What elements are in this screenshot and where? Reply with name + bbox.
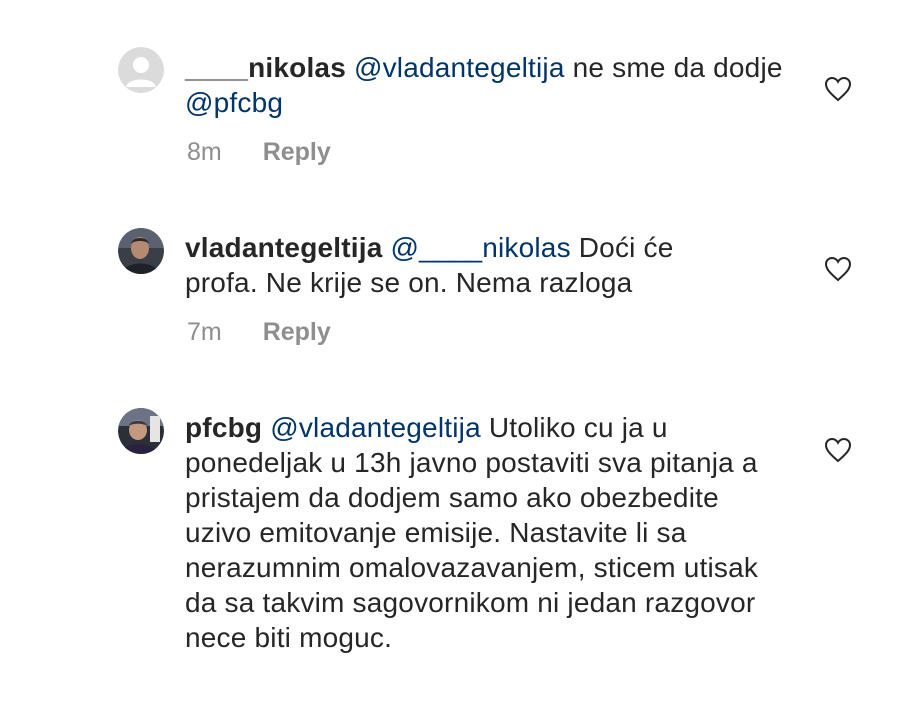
comment-username[interactable]: ____nikolas [185, 52, 346, 83]
comment-username[interactable]: vladantegeltija [185, 232, 383, 263]
comment-meta: 8m Reply [187, 138, 331, 167]
comment-meta: 7m Reply [187, 318, 331, 347]
mention-link[interactable]: @____nikolas [391, 232, 571, 263]
comment-text: ____nikolas @vladantegeltija ne sme da d… [185, 50, 785, 120]
comment-time: 7m [187, 318, 222, 346]
comment-body: ne sme da dodje [564, 52, 783, 83]
comment-text: vladantegeltija @____nikolas Doći će pro… [185, 230, 745, 300]
heart-outline-icon[interactable] [824, 76, 852, 102]
comment-body: Utoliko cu ja u ponedeljak u 13h javno p… [185, 412, 759, 653]
reply-button[interactable]: Reply [263, 138, 331, 166]
comment-username[interactable]: pfcbg [185, 412, 262, 443]
reply-button[interactable]: Reply [263, 318, 331, 346]
heart-outline-icon[interactable] [824, 256, 852, 282]
mention-link[interactable]: @pfcbg [185, 87, 283, 118]
comment-thread: { "comments": [ { "username": "____nikol… [0, 0, 900, 713]
comment-text: pfcbg @vladantegeltija Utoliko cu ja u p… [185, 410, 765, 655]
default-avatar-icon[interactable] [118, 47, 164, 93]
mention-link[interactable]: @vladantegeltija [354, 52, 565, 83]
comment-time: 8m [187, 138, 222, 166]
profile-photo-icon[interactable] [118, 408, 164, 454]
profile-photo-icon[interactable] [118, 228, 164, 274]
heart-outline-icon[interactable] [824, 437, 852, 463]
mention-link[interactable]: @vladantegeltija [270, 412, 481, 443]
